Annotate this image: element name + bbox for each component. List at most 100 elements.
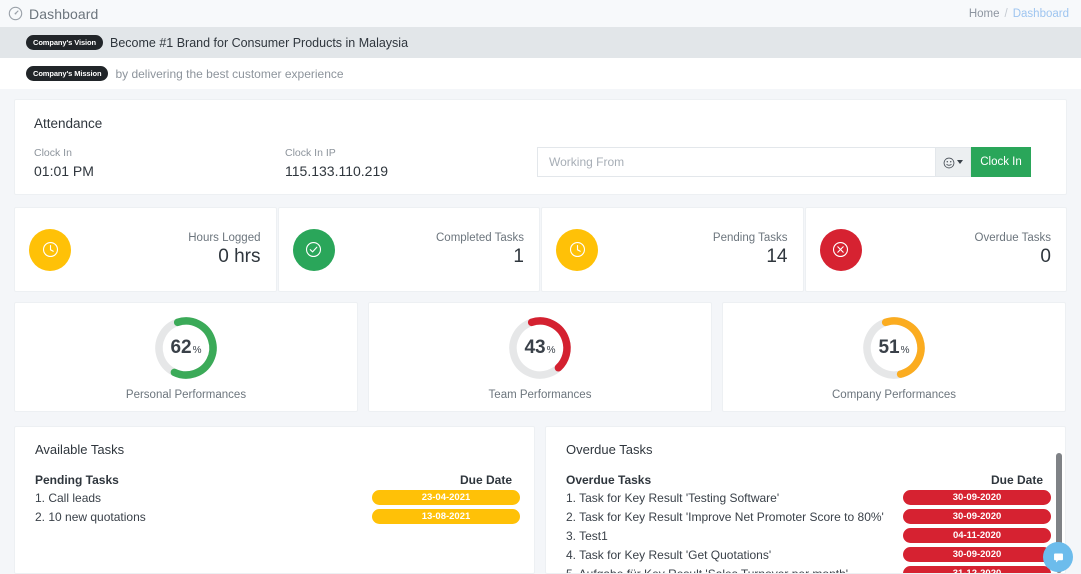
stat-label: Overdue Tasks — [974, 231, 1052, 244]
donut-unit: % — [192, 345, 202, 356]
task-panels: Available Tasks Pending Tasks Due Date 1… — [14, 426, 1067, 574]
clock-in-label: Clock In — [34, 147, 72, 159]
smiley-icon — [943, 156, 955, 169]
top-bar: Dashboard Home / Dashboard — [0, 0, 1081, 27]
chevron-down-icon — [957, 160, 963, 164]
task-name: 1. Call leads — [35, 490, 102, 505]
breadcrumb-home[interactable]: Home — [969, 8, 1000, 20]
performance-card-personal-performances: 62% Personal Performances — [14, 302, 358, 412]
gauge-icon — [8, 6, 23, 21]
task-row[interactable]: 2. 10 new quotations 13-08-2021 — [35, 509, 520, 524]
donut-number: 62 — [170, 336, 192, 358]
donut-chart: 62% — [152, 314, 220, 382]
stat-label: Pending Tasks — [712, 231, 788, 244]
task-due-badge: 31-12-2020 — [903, 566, 1051, 573]
overdue-tasks-title: Overdue Tasks — [566, 442, 653, 457]
page-title: Dashboard — [29, 5, 99, 22]
donut-caption: Personal Performances — [125, 388, 247, 401]
chat-bubble-icon — [1052, 551, 1065, 564]
performance-card-company-performances: 51% Company Performances — [722, 302, 1066, 412]
company-vision-bar: Company's Vision Become #1 Brand for Con… — [0, 27, 1081, 58]
emoji-picker-button[interactable] — [935, 147, 971, 177]
check-circle-icon — [292, 228, 335, 271]
overdue-tasks-header: Overdue Tasks Due Date — [566, 473, 1051, 487]
working-from-group: Clock In — [537, 147, 1031, 177]
performance-cards: 62% Personal Performances 43% Team Performa… — [14, 302, 1067, 412]
task-row[interactable]: 2. Task for Key Result 'Improve Net Prom… — [566, 509, 1051, 524]
overdue-tasks-list: 1. Task for Key Result 'Testing Software… — [566, 490, 1051, 574]
donut-unit: % — [900, 345, 910, 356]
clock-in-ip-label: Clock In IP — [285, 147, 336, 159]
stat-text: Overdue Tasks 0 — [975, 232, 1052, 268]
stat-value: 0 — [1040, 245, 1051, 267]
donut-caption: Company Performances — [832, 388, 956, 401]
donut-caption: Team Performances — [488, 388, 592, 401]
task-name: 2. Task for Key Result 'Improve Net Prom… — [566, 509, 884, 524]
task-row[interactable]: 1. Call leads 23-04-2021 — [35, 490, 520, 505]
task-name: 4. Task for Key Result 'Get Quotations' — [566, 547, 772, 562]
donut-value: 43% — [506, 314, 574, 382]
stat-value: 1 — [513, 245, 524, 267]
company-mission-bar: Company's Mission by delivering the best… — [0, 58, 1081, 89]
task-due-badge: 13-08-2021 — [372, 509, 520, 524]
overdue-tasks-col-name: Overdue Tasks — [566, 473, 652, 487]
clock-icon — [29, 228, 71, 271]
breadcrumb-current: Dashboard — [1012, 7, 1069, 20]
clock-in-value: 01:01 PM — [34, 163, 94, 179]
donut-chart: 51% — [860, 314, 928, 382]
stat-value: 14 — [766, 245, 788, 267]
task-name: 2. 10 new quotations — [35, 509, 146, 524]
stat-label: Hours Logged — [188, 231, 261, 244]
overdue-tasks-panel: Overdue Tasks Overdue Tasks Due Date 1. … — [545, 426, 1066, 574]
stat-card-overdue-tasks: Overdue Tasks 0 — [804, 207, 1067, 292]
overdue-tasks-col-due: Due Date — [990, 473, 1043, 487]
task-row[interactable]: 1. Task for Key Result 'Testing Software… — [566, 490, 1051, 505]
available-tasks-panel: Available Tasks Pending Tasks Due Date 1… — [14, 426, 535, 574]
company-vision-text: Become #1 Brand for Consumer Products in… — [109, 35, 409, 50]
company-vision-badge: Company's Vision — [26, 35, 103, 50]
available-tasks-col-due: Due Date — [459, 473, 512, 487]
task-row[interactable]: 5. Aufgabe für Key Result 'Sales Turnove… — [566, 566, 1051, 574]
attendance-title: Attendance — [34, 116, 103, 131]
stat-cards: Hours Logged 0 hrs Completed Tasks 1 Pending… — [14, 207, 1067, 292]
available-tasks-title: Available Tasks — [35, 442, 125, 457]
clock-in-ip-value: 115.133.110.219 — [285, 163, 389, 179]
stat-text: Hours Logged 0 hrs — [188, 232, 260, 268]
clock-icon — [556, 228, 598, 271]
clock-in-field: Clock In 01:01 PM — [34, 147, 285, 179]
company-mission-text: by delivering the best customer experien… — [115, 66, 344, 81]
chat-widget-button[interactable] — [1043, 542, 1073, 572]
task-name: 1. Task for Key Result 'Testing Software… — [566, 490, 780, 505]
task-name: 5. Aufgabe für Key Result 'Sales Turnove… — [566, 566, 849, 574]
task-due-badge: 30-09-2020 — [903, 490, 1051, 505]
donut-number: 43 — [524, 336, 546, 358]
task-row[interactable]: 3. Test1 04-11-2020 — [566, 528, 1051, 543]
donut-value: 62% — [152, 314, 220, 382]
working-from-input[interactable] — [537, 147, 935, 177]
stat-value: 0 hrs — [218, 245, 261, 267]
available-tasks-col-name: Pending Tasks — [35, 473, 119, 487]
attendance-card: Attendance Clock In 01:01 PM Clock In IP… — [14, 99, 1067, 195]
donut-value: 51% — [860, 314, 928, 382]
breadcrumb: Home / Dashboard — [969, 8, 1069, 20]
breadcrumb-separator: / — [1004, 7, 1008, 20]
attendance-row: Clock In 01:01 PM Clock In IP 115.133.11… — [34, 147, 1051, 179]
donut-number: 51 — [878, 336, 900, 358]
donut-chart: 43% — [506, 314, 574, 382]
stat-label: Completed Tasks — [436, 231, 524, 244]
donut-unit: % — [546, 345, 556, 356]
task-due-badge: 23-04-2021 — [372, 490, 520, 505]
performance-card-team-performances: 43% Team Performances — [368, 302, 712, 412]
stat-text: Pending Tasks 14 — [713, 232, 788, 268]
task-name: 3. Test1 — [566, 528, 608, 543]
stat-card-pending-tasks: Pending Tasks 14 — [541, 207, 804, 292]
task-due-badge: 30-09-2020 — [903, 509, 1051, 524]
stat-card-completed-tasks: Completed Tasks 1 — [277, 207, 540, 292]
task-due-badge: 30-09-2020 — [903, 547, 1051, 562]
task-row[interactable]: 4. Task for Key Result 'Get Quotations' 3… — [566, 547, 1051, 562]
task-due-badge: 04-11-2020 — [903, 528, 1051, 543]
times-circle-icon — [819, 228, 862, 271]
clock-in-button[interactable]: Clock In — [971, 147, 1031, 177]
stat-text: Completed Tasks 1 — [436, 232, 524, 268]
available-tasks-list: 1. Call leads 23-04-2021 2. 10 new quotati… — [35, 490, 520, 524]
